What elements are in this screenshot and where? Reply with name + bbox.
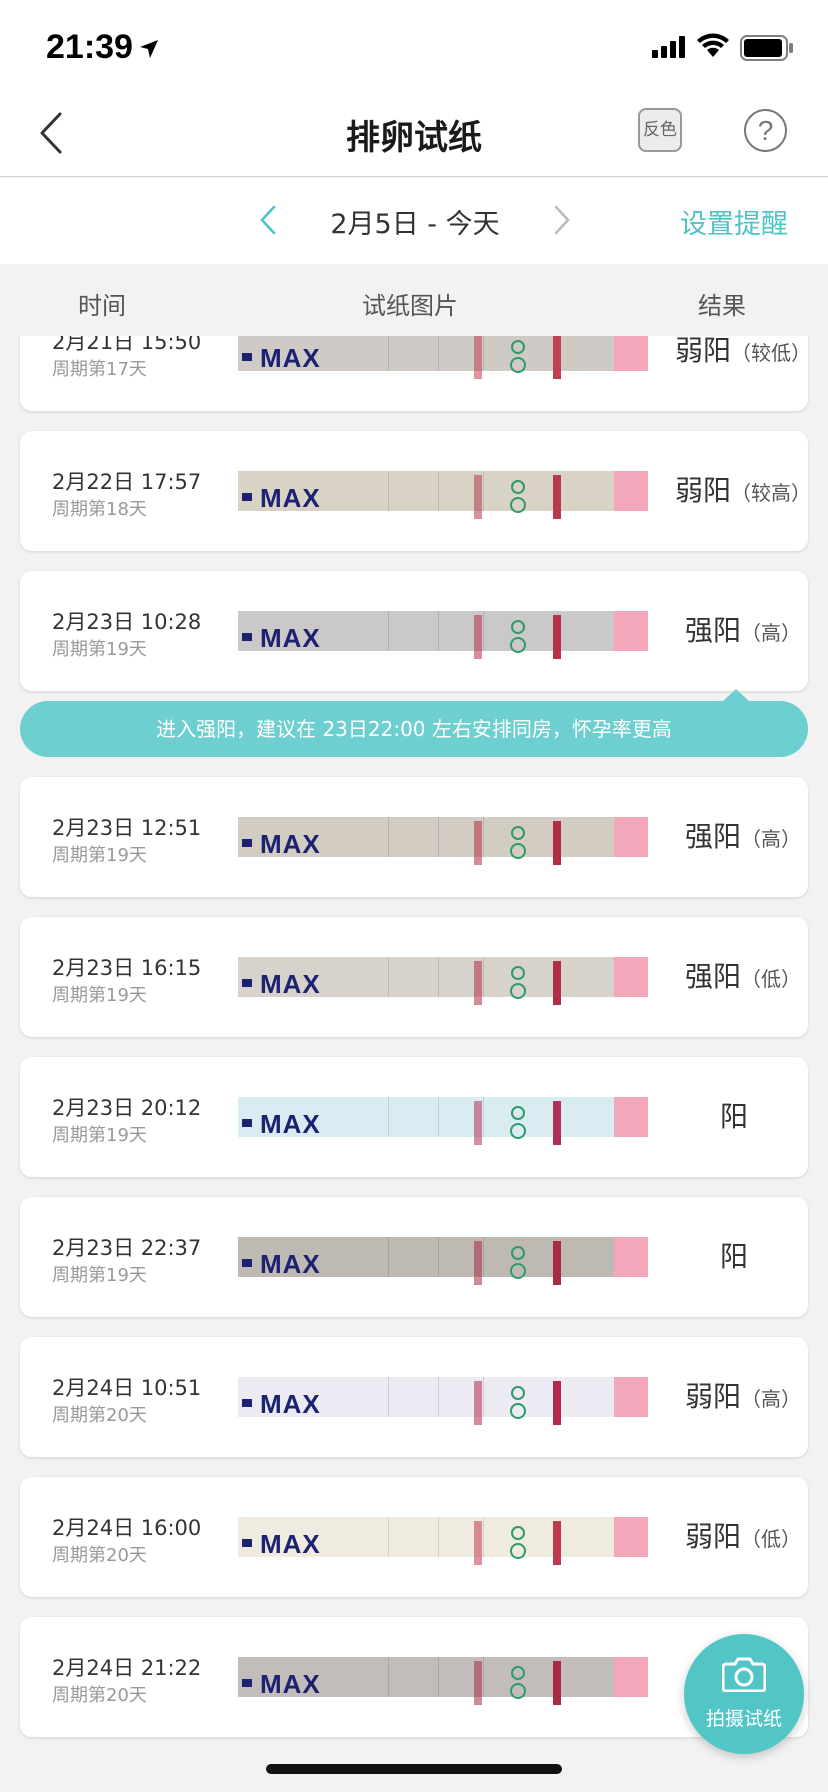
record-card[interactable]: 2月23日 16:15 周期第19天 MAX 强阳（低）	[20, 917, 808, 1037]
record-date: 2月23日 12:51	[52, 816, 202, 840]
record-cycle-day: 周期第18天	[52, 499, 147, 520]
result-level: （高）	[741, 621, 802, 645]
record-cycle-day: 周期第17天	[52, 359, 147, 380]
tip-text: 进入强阳，建议在 23日22:00 左右安排同房，怀孕率更高	[156, 717, 672, 741]
column-headers: 时间 试纸图片 结果	[0, 264, 828, 336]
test-strip-image[interactable]: MAX	[238, 461, 648, 521]
status-time: 21:39	[46, 28, 133, 66]
result-value: 弱阳	[685, 1520, 742, 1553]
record-cycle-day: 周期第20天	[52, 1545, 147, 1566]
test-strip-image[interactable]: MAX	[238, 1227, 648, 1287]
record-date: 2月24日 10:51	[52, 1376, 202, 1400]
record-card[interactable]: 2月24日 16:00 周期第20天 MAX 弱阳（低）	[20, 1477, 808, 1597]
record-result: 强阳（高）	[685, 815, 801, 855]
test-strip-image[interactable]: MAX	[238, 1367, 648, 1427]
record-date: 2月22日 17:57	[52, 470, 202, 494]
home-indicator	[266, 1764, 562, 1774]
record-cycle-day: 周期第20天	[52, 1685, 147, 1706]
prev-date-chevron-icon[interactable]	[258, 204, 278, 236]
record-result: 阳	[720, 1095, 748, 1135]
record-result: 弱阳（较低）	[675, 336, 811, 369]
record-date: 2月24日 16:00	[52, 1516, 202, 1540]
record-cycle-day: 周期第20天	[52, 1405, 147, 1426]
record-card[interactable]: 2月21日 15:50 周期第17天 MAX 弱阳（较低）	[20, 336, 811, 411]
result-level: （低）	[741, 967, 802, 991]
result-value: 弱阳	[685, 1380, 742, 1413]
test-strip-image[interactable]: MAX	[238, 1647, 648, 1707]
result-level: （高）	[741, 1387, 802, 1411]
date-range-bar: 2月5日 - 今天 设置提醒	[0, 178, 828, 264]
result-value: 弱阳	[675, 474, 732, 507]
set-reminder-button[interactable]: 设置提醒	[680, 202, 788, 241]
result-value: 弱阳	[675, 336, 732, 367]
capture-strip-button[interactable]: 拍摄试纸	[684, 1634, 804, 1754]
record-cycle-day: 周期第19天	[52, 639, 147, 660]
status-bar: 21:39	[0, 0, 828, 88]
battery-icon	[740, 35, 793, 61]
column-header-time: 时间	[78, 292, 126, 320]
record-card[interactable]: 2月23日 20:12 周期第19天 MAX 阳	[20, 1057, 808, 1177]
record-date: 2月23日 22:37	[52, 1236, 202, 1260]
record-result: 弱阳（高）	[685, 1375, 801, 1415]
result-level: （较高）	[731, 481, 812, 505]
record-date: 2月23日 20:12	[52, 1096, 202, 1120]
test-strip-image[interactable]: MAX	[238, 947, 648, 1007]
test-strip-image[interactable]: MAX	[238, 336, 648, 381]
next-date-chevron-icon[interactable]	[552, 204, 572, 236]
record-cycle-day: 周期第19天	[52, 845, 147, 866]
record-date: 2月23日 16:15	[52, 956, 202, 980]
column-header-result: 结果	[698, 292, 746, 320]
location-arrow-icon	[140, 40, 158, 58]
record-card[interactable]: 2月24日 10:51 周期第20天 MAX 弱阳（高）	[20, 1337, 808, 1457]
record-result: 强阳（低）	[685, 955, 801, 995]
record-cycle-day: 周期第19天	[52, 985, 147, 1006]
record-date: 2月24日 21:22	[52, 1656, 202, 1680]
result-value: 阳	[720, 1100, 749, 1133]
ovulation-tip-banner: 进入强阳，建议在 23日22:00 左右安排同房，怀孕率更高	[20, 689, 808, 757]
record-cycle-day: 周期第19天	[52, 1125, 147, 1146]
result-level: （高）	[741, 827, 802, 851]
record-card[interactable]: 2月23日 10:28 周期第19天 MAX 强阳（高）	[20, 571, 808, 691]
record-cycle-day: 周期第19天	[52, 1265, 147, 1286]
capture-strip-label: 拍摄试纸	[705, 1708, 782, 1730]
record-result: 弱阳（低）	[685, 1515, 801, 1555]
result-level: （低）	[741, 1527, 802, 1551]
record-result: 阳	[720, 1235, 748, 1275]
test-strip-image[interactable]: MAX	[238, 601, 648, 661]
test-strip-image[interactable]: MAX	[238, 807, 648, 867]
wifi-icon	[697, 33, 729, 57]
result-value: 阳	[720, 1240, 749, 1273]
record-result: 强阳（高）	[685, 609, 801, 649]
cellular-signal-icon	[652, 36, 685, 58]
page-title: 排卵试纸	[346, 118, 482, 158]
help-button[interactable]: ?	[744, 109, 787, 152]
camera-icon	[722, 1657, 766, 1692]
result-value: 强阳	[685, 820, 742, 853]
record-card[interactable]: 2月23日 22:37 周期第19天 MAX 阳	[20, 1197, 808, 1317]
test-strip-image[interactable]: MAX	[238, 1507, 648, 1567]
result-value: 强阳	[685, 614, 742, 647]
record-card[interactable]: 2月23日 12:51 周期第19天 MAX 强阳（高）	[20, 777, 808, 897]
record-date: 2月23日 10:28	[52, 610, 202, 634]
record-date: 2月21日 15:50	[52, 336, 202, 354]
result-level: （较低）	[731, 341, 812, 365]
invert-color-button[interactable]: 反色	[638, 108, 682, 152]
test-strip-image[interactable]: MAX	[238, 1087, 648, 1147]
record-result: 弱阳（较高）	[675, 469, 811, 509]
tip-pointer	[722, 689, 750, 702]
nav-bar: 排卵试纸 反色 ?	[0, 88, 828, 177]
records-list[interactable]: 2月21日 15:50 周期第17天 MAX 弱阳（较低） 2月22日 17:57 周期第…	[0, 336, 828, 1792]
record-card[interactable]: 2月22日 17:57 周期第18天 MAX 弱阳（较高）	[20, 431, 811, 551]
date-range-label: 2月5日 - 今天	[330, 209, 500, 240]
column-header-image: 试纸图片	[362, 292, 458, 320]
result-value: 强阳	[685, 960, 742, 993]
